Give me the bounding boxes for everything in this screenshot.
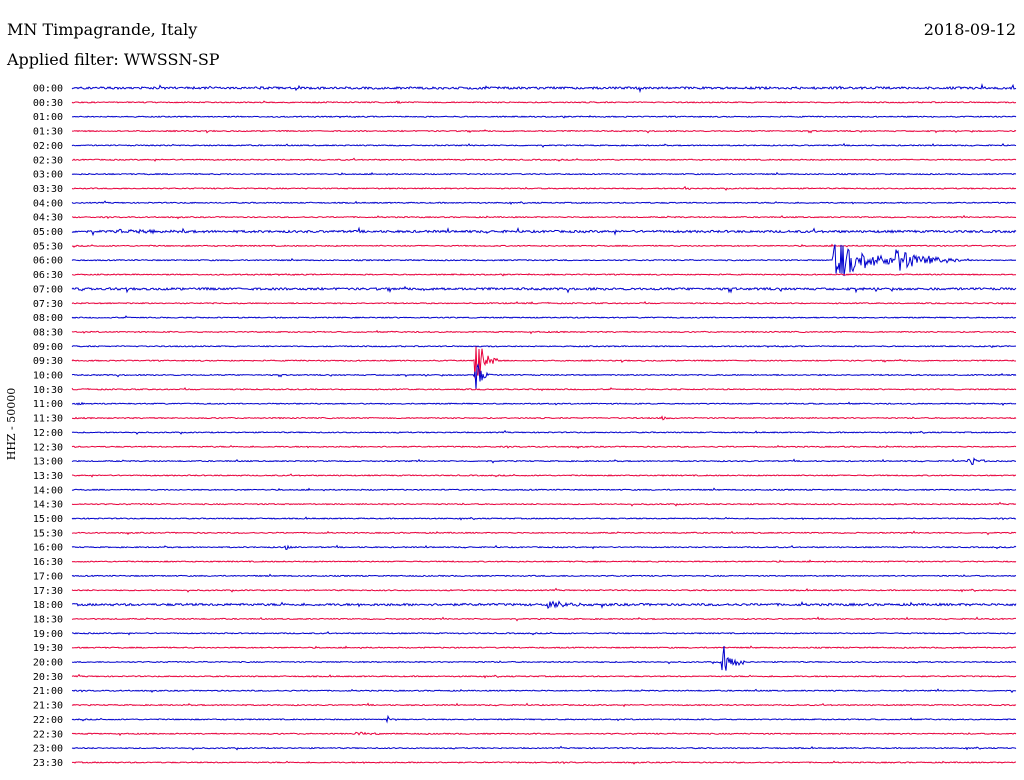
trace-row	[71, 185, 1017, 191]
trace-row	[72, 600, 1017, 610]
row-time-label: 23:30	[33, 758, 63, 769]
row-time-label: 12:00	[33, 428, 63, 439]
row-time-label: 22:00	[33, 715, 63, 726]
trace-row	[71, 285, 1017, 294]
trace-row	[71, 301, 1017, 306]
trace-row	[71, 473, 1017, 478]
row-time-label: 01:00	[33, 112, 63, 123]
trace-row	[71, 501, 1017, 507]
trace-row	[71, 171, 1017, 176]
row-time-label: 02:00	[33, 141, 63, 152]
trace-row	[71, 401, 1017, 407]
row-time-label: 17:00	[33, 571, 63, 582]
row-time-label: 09:00	[33, 342, 63, 353]
row-time-label: 21:00	[33, 686, 63, 697]
trace-row	[71, 487, 1017, 492]
trace-row	[71, 115, 1017, 119]
row-time-label: 10:00	[33, 371, 63, 382]
row-time-label: 22:30	[33, 729, 63, 740]
row-time-label: 12:30	[33, 442, 63, 453]
trace-row	[71, 100, 1017, 105]
trace-row	[72, 129, 1017, 134]
trace-row	[71, 616, 1016, 622]
row-time-label: 14:00	[33, 485, 63, 496]
row-time-label: 15:00	[33, 514, 63, 525]
trace-row	[71, 243, 1017, 248]
row-time-label: 20:30	[33, 672, 63, 683]
trace-row	[71, 760, 1017, 765]
row-time-label: 13:00	[33, 457, 63, 468]
row-time-label: 15:30	[33, 528, 63, 539]
row-time-label: 10:30	[33, 385, 63, 396]
trace-row	[71, 714, 1017, 724]
row-time-label: 19:00	[33, 629, 63, 640]
row-time-label: 23:00	[33, 744, 63, 755]
row-time-label: 05:30	[33, 241, 63, 252]
row-time-label: 04:00	[33, 198, 63, 209]
trace-row	[71, 346, 1016, 379]
row-time-label: 17:30	[33, 586, 63, 597]
trace-row	[71, 673, 1017, 679]
trace-row	[71, 731, 1017, 737]
trace-row	[71, 315, 1017, 319]
trace-row	[71, 587, 1017, 593]
trace-row	[71, 444, 1017, 450]
row-time-label: 09:30	[33, 356, 63, 367]
row-time-label: 08:30	[33, 327, 63, 338]
row-time-label: 19:30	[33, 643, 63, 654]
trace-row	[71, 344, 1016, 349]
row-time-label: 14:30	[33, 500, 63, 511]
row-time-label: 03:00	[33, 170, 63, 181]
trace-row	[71, 559, 1017, 564]
row-time-label: 16:30	[33, 557, 63, 568]
trace-row	[71, 363, 1017, 390]
row-time-label: 06:30	[33, 270, 63, 281]
trace-row	[71, 83, 1017, 94]
row-time-label: 20:00	[33, 658, 63, 669]
row-time-label: 03:30	[33, 184, 63, 195]
trace-row	[71, 157, 1017, 162]
trace-row	[71, 516, 1017, 521]
row-time-label: 07:00	[33, 284, 63, 295]
trace-row	[71, 745, 1017, 751]
row-time-label: 11:00	[33, 399, 63, 410]
trace-row	[71, 214, 1017, 220]
trace-row	[71, 415, 1017, 421]
row-time-label: 07:30	[33, 299, 63, 310]
row-time-label: 02:30	[33, 155, 63, 166]
row-time-label: 04:30	[33, 213, 63, 224]
row-time-label: 05:00	[33, 227, 63, 238]
trace-row	[71, 573, 1017, 578]
row-time-label: 13:30	[33, 471, 63, 482]
trace-row	[71, 645, 1017, 650]
trace-row	[71, 702, 1017, 708]
row-time-label: 21:30	[33, 701, 63, 712]
trace-row	[71, 631, 1017, 636]
row-time-label: 00:30	[33, 98, 63, 109]
trace-row	[71, 272, 1017, 277]
trace-row	[71, 457, 1017, 466]
trace-row	[71, 244, 1017, 277]
helicorder-plot: 00:00 00:30 01:00 01:30 02:00 02:30 03:00 03:30…	[33, 83, 1017, 769]
trace-row	[71, 544, 1017, 550]
row-time-label: 16:00	[33, 543, 63, 554]
row-time-label: 01:30	[33, 127, 63, 138]
trace-row	[71, 200, 1017, 205]
trace-row	[71, 430, 1017, 435]
trace-row	[71, 688, 1017, 694]
row-time-label: 11:30	[33, 414, 63, 425]
trace-row	[71, 226, 1017, 237]
trace-row	[71, 530, 1017, 536]
trace-row	[71, 142, 1017, 148]
trace-row	[71, 645, 1017, 671]
row-time-label: 18:00	[33, 600, 63, 611]
row-time-label: 00:00	[33, 84, 63, 95]
row-time-label: 08:00	[33, 313, 63, 324]
trace-row	[71, 329, 1016, 335]
row-time-label: 18:30	[33, 614, 63, 625]
row-time-label: 06:00	[33, 256, 63, 267]
trace-row	[71, 387, 1017, 392]
